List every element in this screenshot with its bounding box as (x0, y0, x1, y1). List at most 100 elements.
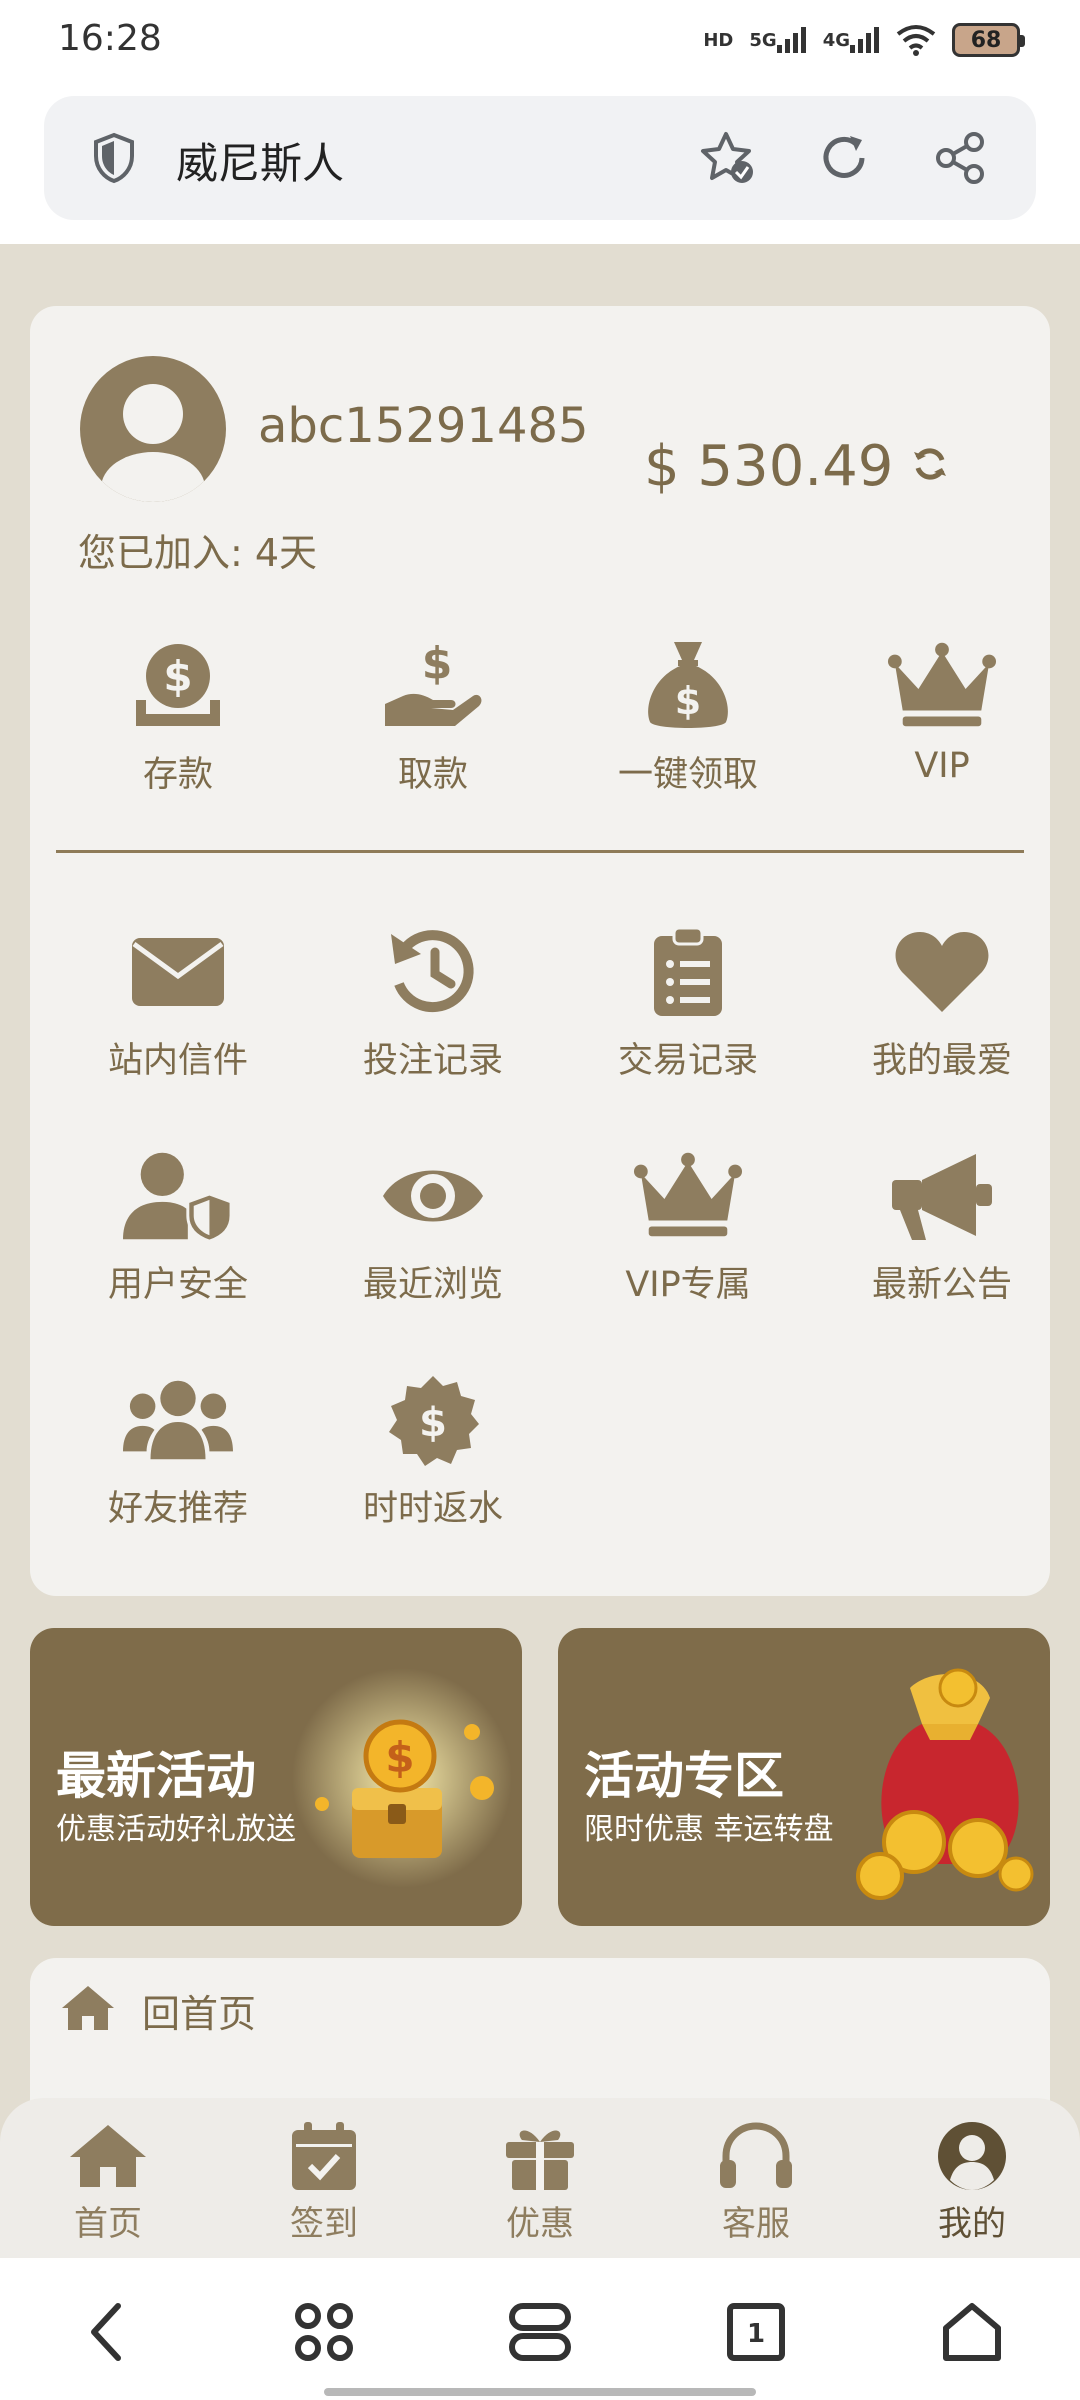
favorites-button[interactable]: 我的最爱 (832, 922, 1052, 1092)
money-bag-icon: $ (633, 636, 743, 736)
nav-item-checkin[interactable]: 签到 (254, 2118, 394, 2248)
banner-title: 最新活动 (56, 1747, 256, 1805)
announcements-button[interactable]: 最新公告 (832, 1146, 1052, 1316)
menu-item-label: 回首页 (142, 1991, 257, 2036)
coin-deposit-icon: $ (123, 636, 233, 736)
treasure-chest-icon: $ (282, 1628, 522, 1926)
vip-exclusive-label: VIP专属 (625, 1265, 751, 1305)
headset-icon (716, 2118, 796, 2194)
5g-signal-icon: 5G (749, 22, 806, 58)
recently-viewed-button[interactable]: 最近浏览 (323, 1146, 543, 1316)
home-indicator[interactable] (324, 2388, 756, 2396)
tab-switcher-icon[interactable] (500, 2292, 580, 2372)
system-navigation-bar: 1 (0, 2258, 1080, 2400)
nav-item-home[interactable]: 首页 (38, 2118, 178, 2248)
wallet-balance: $ 530.49 (644, 434, 894, 499)
promo-zone-banner[interactable]: 活动专区 限时优惠 幸运转盘 (558, 1628, 1050, 1926)
envelope-icon (123, 922, 233, 1022)
wifi-icon (896, 22, 936, 58)
address-bar[interactable]: 威尼斯人 (44, 96, 1036, 220)
browser-toolbar: 威尼斯人 (0, 84, 1080, 244)
hand-dollar-icon: $ (378, 636, 488, 736)
nav-item-promotions[interactable]: 优惠 (470, 2118, 610, 2248)
joined-days: 您已加入: 4天 (78, 531, 318, 575)
calendar-check-icon (284, 2118, 364, 2194)
clipboard-list-icon (633, 922, 743, 1022)
bet-history-label: 投注记录 (362, 1041, 503, 1081)
back-icon[interactable] (66, 2292, 146, 2372)
refer-friends-button[interactable]: 好友推荐 (68, 1370, 288, 1540)
share-icon[interactable] (928, 126, 992, 190)
nav-label: 首页 (74, 2204, 142, 2244)
deposit-button[interactable]: $ 存款 (68, 636, 288, 806)
vip-exclusive-button[interactable]: VIP专属 (578, 1146, 798, 1316)
banner-subtitle: 优惠活动好礼放送 (56, 1812, 296, 1847)
svg-text:$: $ (385, 1733, 414, 1782)
app-menu-icon[interactable] (284, 2292, 364, 2372)
profile-card: abc15291485 您已加入: 4天 $ 530.49 $ 存款 $ 取款 … (30, 306, 1050, 1596)
page-title: 威尼斯人 (176, 139, 345, 188)
lucky-bag-icon (810, 1628, 1050, 1926)
nav-label: 签到 (290, 2204, 358, 2244)
svg-text:1: 1 (747, 2319, 765, 2349)
banner-title: 活动专区 (584, 1747, 784, 1805)
withdraw-button[interactable]: $ 取款 (323, 636, 543, 806)
account-security-label: 用户安全 (107, 1265, 248, 1305)
address-bar-actions (696, 126, 992, 190)
nav-item-support[interactable]: 客服 (686, 2118, 826, 2248)
recently-viewed-label: 最近浏览 (362, 1265, 503, 1305)
rebate-label: 时时返水 (362, 1489, 503, 1529)
announcements-label: 最新公告 (871, 1265, 1012, 1305)
account-security-button[interactable]: 用户安全 (68, 1146, 288, 1316)
favorites-label: 我的最爱 (871, 1041, 1012, 1081)
home-icon (60, 1984, 116, 2036)
latest-events-banner[interactable]: 最新活动 优惠活动好礼放送 $ (30, 1628, 522, 1926)
home-icon[interactable] (932, 2292, 1012, 2372)
transaction-history-button[interactable]: 交易记录 (578, 922, 798, 1092)
rebate-button[interactable]: $ 时时返水 (323, 1370, 543, 1540)
avatar[interactable] (80, 356, 226, 502)
deposit-label: 存款 (142, 755, 213, 795)
banner-subtitle: 限时优惠 幸运转盘 (584, 1812, 834, 1847)
history-icon (378, 922, 488, 1022)
bet-history-button[interactable]: 投注记录 (323, 922, 543, 1092)
refresh-balance-icon[interactable] (902, 436, 958, 492)
shield-icon[interactable] (92, 132, 136, 188)
home-icon (68, 2118, 148, 2194)
status-icons: HD 5G 4G 68 (703, 22, 1025, 58)
status-time: 16:28 (58, 18, 162, 59)
svg-text:$: $ (419, 1400, 447, 1446)
one-click-claim-label: 一键领取 (617, 755, 758, 795)
nav-label: 客服 (722, 2204, 790, 2244)
badge-dollar-icon: $ (378, 1370, 488, 1470)
svg-text:$: $ (675, 679, 701, 723)
svg-text:$: $ (422, 638, 453, 689)
bookmark-star-icon[interactable] (696, 126, 760, 190)
one-click-claim-button[interactable]: $ 一键领取 (578, 636, 798, 806)
crown-icon (887, 636, 997, 736)
user-shield-icon (123, 1146, 233, 1246)
crown-icon (633, 1146, 743, 1246)
menu-item-home[interactable]: 回首页 (60, 1970, 256, 2050)
nav-label: 优惠 (506, 2204, 574, 2244)
users-icon (123, 1370, 233, 1470)
hd-network-icon: HD (703, 29, 734, 51)
vip-label: VIP (914, 746, 970, 786)
user-circle-icon (932, 2118, 1012, 2194)
withdraw-label: 取款 (397, 755, 468, 795)
megaphone-icon (887, 1146, 997, 1246)
bottom-navigation: 首页 签到 优惠 客服 我的 (0, 2098, 1080, 2258)
status-bar: 16:28 HD 5G 4G 68 (0, 0, 1080, 84)
nav-item-profile[interactable]: 我的 (902, 2118, 1042, 2248)
refer-friends-label: 好友推荐 (107, 1489, 248, 1529)
eye-icon (378, 1146, 488, 1246)
reload-icon[interactable] (812, 126, 876, 190)
4g-signal-icon: 4G (823, 22, 880, 58)
username: abc15291485 (258, 398, 589, 454)
section-divider (56, 850, 1024, 853)
inbox-button[interactable]: 站内信件 (68, 922, 288, 1092)
tab-count-icon[interactable]: 1 (716, 2292, 796, 2372)
vip-button[interactable]: VIP (832, 636, 1052, 806)
gift-icon (500, 2118, 580, 2194)
heart-icon (887, 922, 997, 1022)
